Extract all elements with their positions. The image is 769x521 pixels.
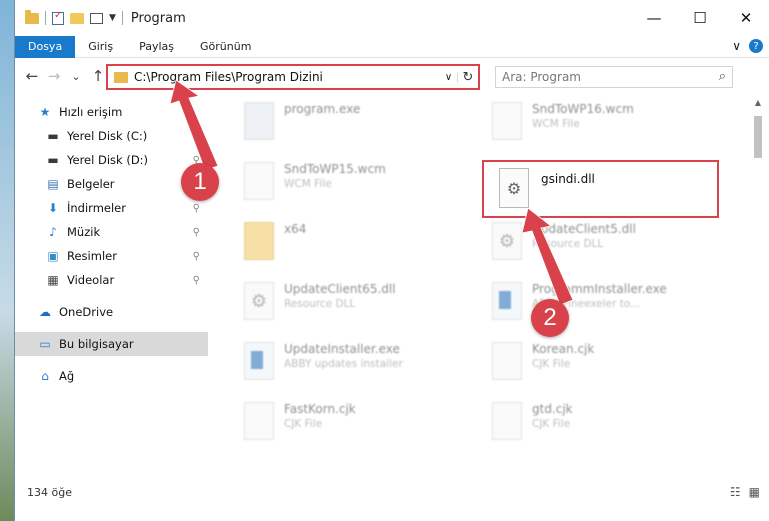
step-badge-2: 2: [531, 299, 569, 337]
annotation-arrows: [169, 79, 574, 306]
arrow-1: [169, 79, 219, 171]
step-badge-1: 1: [181, 163, 219, 201]
arrow-2: [521, 207, 574, 306]
